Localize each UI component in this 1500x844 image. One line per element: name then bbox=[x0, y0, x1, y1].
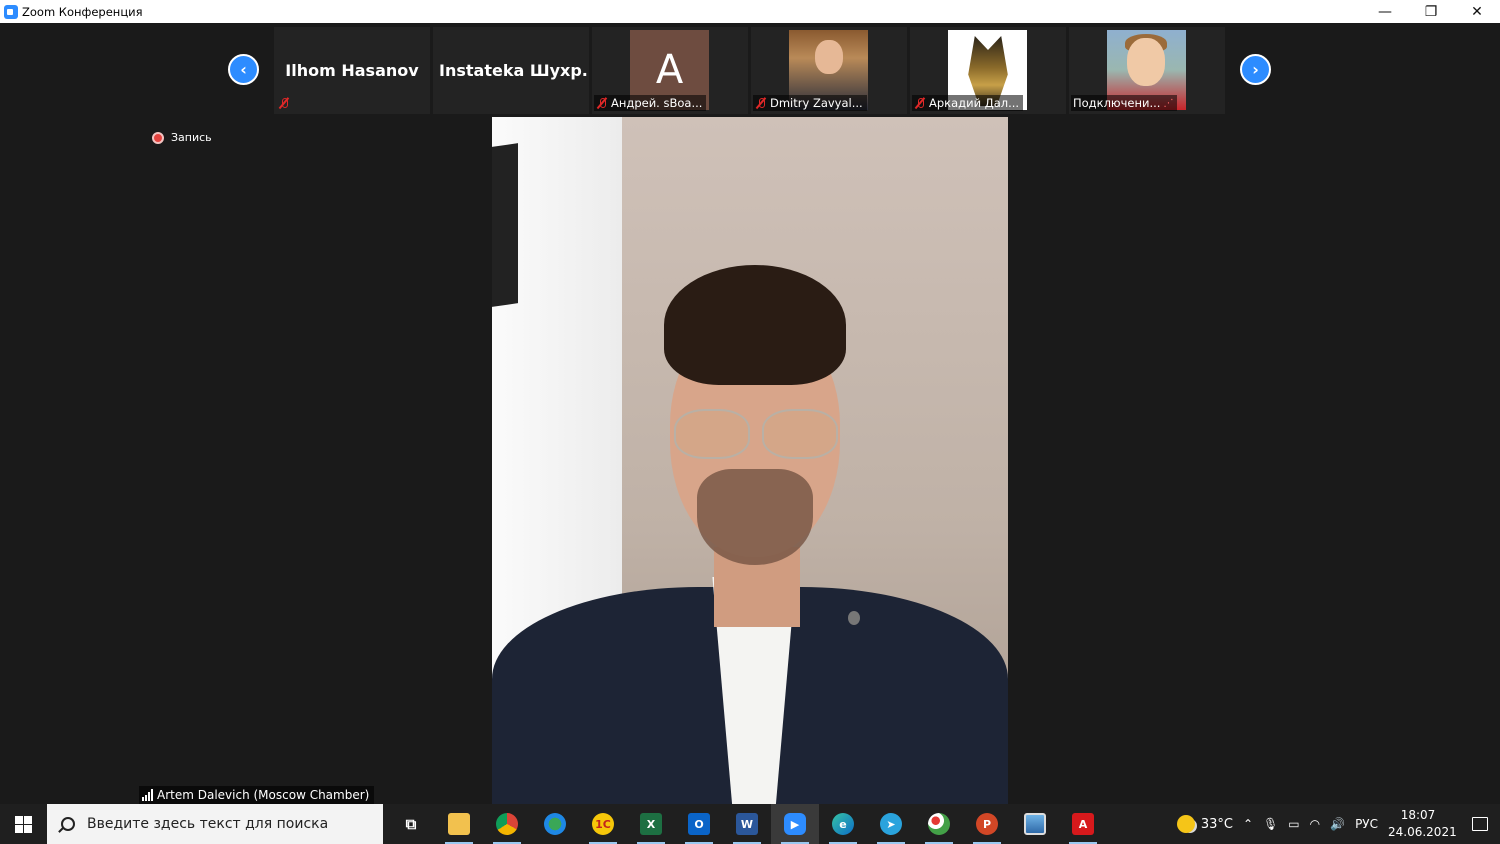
battery-icon[interactable]: ▭ bbox=[1288, 817, 1299, 831]
recording-indicator[interactable]: Запись bbox=[152, 131, 212, 144]
participant-tile[interactable]: Instateka Шухр... bbox=[433, 27, 589, 114]
edge-icon: e bbox=[832, 813, 854, 835]
participant-namebar bbox=[276, 95, 294, 111]
1c-icon: 1С bbox=[592, 813, 614, 835]
microphone-icon[interactable]: 🎙 bbox=[1263, 817, 1278, 831]
telegram-icon: ➤ bbox=[880, 813, 902, 835]
mic-muted-icon bbox=[914, 97, 926, 109]
windows-taskbar: Введите здесь текст для поиска ⧉ 1С X O … bbox=[0, 804, 1500, 844]
meeting-area: ‹ Ilhom Hasanov Instateka Шухр... A Андр… bbox=[0, 23, 1500, 804]
weather-sun-icon bbox=[1176, 815, 1195, 833]
taskbar-clock[interactable]: 18:07 24.06.2021 bbox=[1388, 807, 1457, 841]
zoom-icon: ▶ bbox=[784, 813, 806, 835]
participant-tile[interactable]: Dmitry Zavyal... bbox=[751, 27, 907, 114]
taskbar-acrobat[interactable]: A bbox=[1059, 804, 1107, 844]
recording-label: Запись bbox=[171, 131, 212, 144]
taskbar-apps: ⧉ 1С X O W ▶ e ➤ P A bbox=[387, 804, 1107, 844]
wifi-icon[interactable]: ◠ bbox=[1310, 817, 1320, 831]
restore-button[interactable]: ❐ bbox=[1408, 0, 1454, 23]
taskbar-excel[interactable]: X bbox=[627, 804, 675, 844]
window-title: Zoom Конференция bbox=[22, 4, 143, 19]
participant-tile[interactable]: Ilhom Hasanov bbox=[274, 27, 430, 114]
task-view-icon: ⧉ bbox=[405, 815, 417, 833]
weather-widget[interactable]: 33°C bbox=[1176, 815, 1233, 833]
strip-prev-button[interactable]: ‹ bbox=[228, 54, 259, 85]
start-button[interactable] bbox=[0, 804, 47, 844]
taskbar-1c[interactable]: 1С bbox=[579, 804, 627, 844]
taskbar-screen-tool[interactable] bbox=[1011, 804, 1059, 844]
palette-icon bbox=[928, 813, 950, 835]
participant-namebar: Андрей. sBoa... bbox=[594, 95, 707, 111]
participant-tile[interactable]: Подключени... ⋰ bbox=[1069, 27, 1225, 114]
taskbar-telegram[interactable]: ➤ bbox=[867, 804, 915, 844]
folder-icon bbox=[448, 813, 470, 835]
taskbar-paint[interactable] bbox=[915, 804, 963, 844]
window-titlebar: Zoom Конференция — ❐ ✕ bbox=[0, 0, 1500, 23]
system-tray: 33°C ⌃ 🎙 ▭ ◠ 🔊 РУС 18:07 24.06.2021 bbox=[1176, 804, 1500, 844]
participant-name-large: Instateka Шухр... bbox=[439, 61, 589, 80]
participant-name: Аркадий Дал... bbox=[929, 96, 1020, 110]
participant-namebar: Аркадий Дал... bbox=[912, 95, 1024, 111]
search-icon bbox=[61, 817, 75, 831]
active-speaker-video bbox=[492, 117, 1008, 804]
show-hidden-icons-chevron-icon[interactable]: ⌃ bbox=[1243, 817, 1253, 831]
taskbar-edge[interactable]: e bbox=[819, 804, 867, 844]
close-button[interactable]: ✕ bbox=[1454, 0, 1500, 23]
taskbar-maps[interactable] bbox=[531, 804, 579, 844]
mic-muted-icon bbox=[278, 97, 290, 109]
participant-tile[interactable]: Аркадий Дал... bbox=[910, 27, 1066, 114]
participant-name: Подключени... bbox=[1073, 96, 1161, 110]
acrobat-icon: A bbox=[1072, 813, 1094, 835]
word-icon: W bbox=[736, 813, 758, 835]
participant-name: Dmitry Zavyal... bbox=[770, 96, 863, 110]
task-view-button[interactable]: ⧉ bbox=[387, 804, 435, 844]
taskbar-powerpoint[interactable]: P bbox=[963, 804, 1011, 844]
mic-muted-icon bbox=[755, 97, 767, 109]
active-speaker-name: Artem Dalevich (Moscow Chamber) bbox=[157, 788, 370, 802]
taskbar-outlook[interactable]: O bbox=[675, 804, 723, 844]
taskbar-zoom[interactable]: ▶ bbox=[771, 804, 819, 844]
notifications-icon[interactable] bbox=[1472, 817, 1488, 831]
participants-strip: Ilhom Hasanov Instateka Шухр... A Андрей… bbox=[274, 27, 1225, 114]
volume-icon[interactable]: 🔊 bbox=[1330, 817, 1345, 831]
signal-strength-icon bbox=[142, 789, 153, 801]
participant-tile[interactable]: A Андрей. sBoa... bbox=[592, 27, 748, 114]
taskbar-search[interactable]: Введите здесь текст для поиска bbox=[47, 804, 383, 844]
screenshot-icon bbox=[1024, 813, 1046, 835]
weather-temperature: 33°C bbox=[1200, 816, 1233, 832]
zoom-app-icon bbox=[4, 4, 18, 19]
powerpoint-icon: P bbox=[976, 813, 998, 835]
participant-name: Андрей. sBoa... bbox=[611, 96, 703, 110]
clock-date: 24.06.2021 bbox=[1388, 825, 1457, 839]
taskbar-file-explorer[interactable] bbox=[435, 804, 483, 844]
participant-name-large: Ilhom Hasanov bbox=[285, 61, 419, 80]
excel-icon: X bbox=[640, 813, 662, 835]
search-placeholder: Введите здесь текст для поиска bbox=[87, 816, 329, 832]
mic-muted-icon bbox=[596, 97, 608, 109]
record-dot-icon bbox=[152, 131, 164, 144]
outlook-icon: O bbox=[688, 813, 710, 835]
strip-next-button[interactable]: › bbox=[1240, 54, 1271, 85]
participant-namebar: Подключени... ⋰ bbox=[1071, 95, 1178, 111]
participant-namebar: Dmitry Zavyal... bbox=[753, 95, 867, 111]
windows-logo-icon bbox=[15, 815, 32, 833]
minimize-button[interactable]: — bbox=[1362, 0, 1408, 23]
taskbar-chrome[interactable] bbox=[483, 804, 531, 844]
active-speaker-namebar: Artem Dalevich (Moscow Chamber) bbox=[139, 786, 375, 804]
language-indicator[interactable]: РУС bbox=[1355, 817, 1378, 831]
clock-time: 18:07 bbox=[1400, 808, 1436, 822]
chrome-icon bbox=[496, 813, 518, 835]
connecting-indicator-icon: ⋰ bbox=[1163, 97, 1174, 109]
taskbar-word[interactable]: W bbox=[723, 804, 771, 844]
globe-icon bbox=[544, 813, 566, 835]
